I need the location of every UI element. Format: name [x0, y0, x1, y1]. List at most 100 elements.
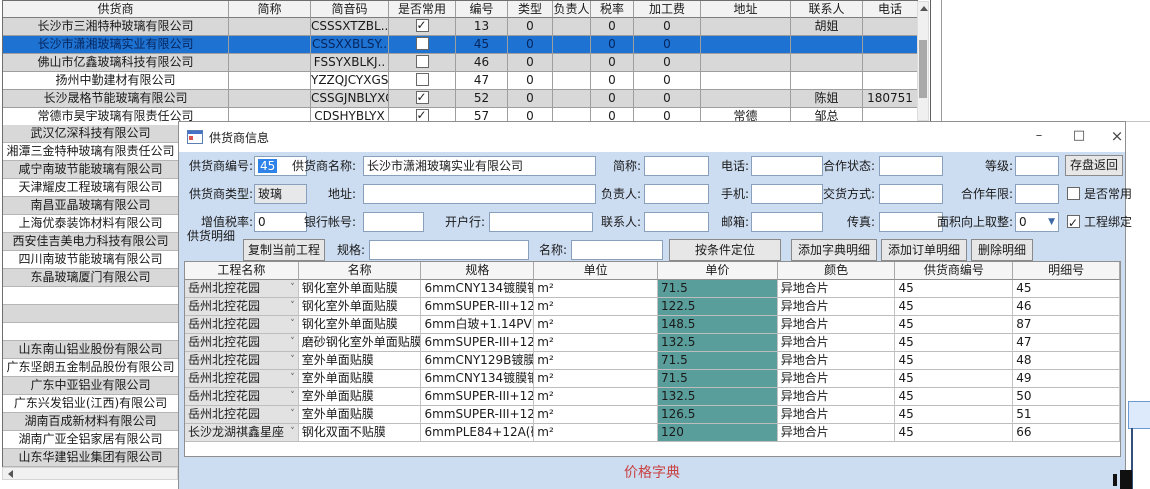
- project-bind-checkbox-group[interactable]: 工程绑定: [1067, 212, 1132, 232]
- grid-row[interactable]: 长沙龙湖祺鑫星座˅ 钢化双面不贴膜 6mmPLE84+12A(硅酮胶.. m² …: [185, 424, 1120, 442]
- list-horizontal-scrollbar[interactable]: [2, 467, 178, 480]
- common-checkbox-group[interactable]: 是否常用: [1067, 184, 1132, 204]
- name-filter-input[interactable]: [571, 240, 663, 260]
- coop-years-field[interactable]: [1015, 184, 1059, 204]
- area-round-combo[interactable]: ▼0: [1015, 212, 1059, 232]
- list-item[interactable]: 湘潭三金特种玻璃有限责任公司: [3, 143, 179, 161]
- list-item[interactable]: [3, 287, 179, 305]
- grid-column-header[interactable]: 规格: [421, 262, 534, 280]
- list-item[interactable]: 广东兴发铝业(江西)有限公司: [3, 395, 179, 413]
- coop-status-field[interactable]: [879, 156, 943, 176]
- grid-column-header[interactable]: 单位: [534, 262, 658, 280]
- supplier-name-field[interactable]: 长沙市潇湘玻璃实业有限公司: [363, 156, 596, 176]
- cell-project-combo[interactable]: 岳州北控花园˅: [185, 388, 299, 406]
- table-row[interactable]: 长沙晟格节能玻璃有限公司 CSSGJNBLYXGS 52 0 0 0 陈姐 18…: [3, 90, 918, 108]
- chevron-down-icon[interactable]: ˅: [290, 280, 295, 297]
- bank-account-field[interactable]: [363, 212, 424, 232]
- table-row[interactable]: 长沙市三湘特种玻璃有限公司 CSSSXTZBL.. 13 0 0 0 胡姐: [3, 18, 918, 36]
- grid-row[interactable]: 岳州北控花园˅ 钢化室外单面贴膜 6mmSUPER-III+12A(硅.. m²…: [185, 298, 1120, 316]
- table-vertical-scrollbar[interactable]: [917, 1, 929, 121]
- grid-column-header[interactable]: 供货商编号: [895, 262, 1013, 280]
- column-header[interactable]: 电话: [863, 1, 918, 18]
- save-return-button[interactable]: 存盘返回: [1065, 155, 1123, 176]
- column-header[interactable]: 类型: [508, 1, 553, 18]
- column-header[interactable]: 供货商: [3, 1, 229, 18]
- list-item[interactable]: [3, 305, 179, 323]
- column-header[interactable]: 联系人: [791, 1, 863, 18]
- column-header[interactable]: 加工费: [634, 1, 701, 18]
- grid-column-header[interactable]: 名称: [299, 262, 422, 280]
- chevron-down-icon[interactable]: ˅: [290, 298, 295, 315]
- cell-project-combo[interactable]: 岳州北控花园˅: [185, 406, 299, 424]
- scroll-up-icon[interactable]: [920, 6, 928, 11]
- grid-column-header[interactable]: 工程名称: [185, 262, 299, 280]
- list-item[interactable]: 湖南广亚全铝家居有限公司: [3, 431, 179, 449]
- cell-project-combo[interactable]: 长沙龙湖祺鑫星座˅: [185, 424, 299, 442]
- column-header[interactable]: 税率: [591, 1, 634, 18]
- grid-column-header[interactable]: 颜色: [778, 262, 896, 280]
- grid-column-header[interactable]: 单价: [658, 262, 778, 280]
- delete-detail-button[interactable]: 删除明细: [971, 239, 1033, 261]
- table-row[interactable]: 扬州中勤建材有限公司 YZZQJCYXGS 47 0 0 0: [3, 72, 918, 90]
- cell-project-combo[interactable]: 岳州北控花园˅: [185, 298, 299, 316]
- maximize-button[interactable]: □: [1059, 122, 1099, 152]
- chevron-down-icon[interactable]: ˅: [290, 352, 295, 369]
- cell-project-combo[interactable]: 岳州北控花园˅: [185, 316, 299, 334]
- common-checkbox[interactable]: [416, 91, 429, 104]
- grid-row[interactable]: 岳州北控花园˅ 室外单面贴膜 6mmCNY134镀膜钢化 m² 71.5 异地合…: [185, 370, 1120, 388]
- grid-row[interactable]: 岳州北控花园˅ 磨砂钢化室外单面贴膜 6mmSUPER-III+12A(硅.. …: [185, 334, 1120, 352]
- abbr-field[interactable]: [644, 156, 709, 176]
- cell-project-combo[interactable]: 岳州北控花园˅: [185, 370, 299, 388]
- scrollbar-thumb[interactable]: [919, 40, 927, 98]
- grid-row[interactable]: 岳州北控花园˅ 室外单面贴膜 6mmCNY129B镀膜钢化 m² 71.5 异地…: [185, 352, 1120, 370]
- table-row[interactable]: 佛山市亿鑫玻璃科技有限公司 FSSYXBLKJ.. 46 0 0 0: [3, 54, 918, 72]
- cell-project-combo[interactable]: 岳州北控花园˅: [185, 352, 299, 370]
- list-item[interactable]: 湖南百成新材料有限公司: [3, 413, 179, 431]
- list-item[interactable]: 广东坚朗五金制品股份有限公司: [3, 359, 179, 377]
- column-header[interactable]: 简称: [229, 1, 311, 18]
- spec-filter-input[interactable]: [369, 240, 529, 260]
- manager-field[interactable]: [644, 184, 709, 204]
- scroll-left-icon[interactable]: [8, 470, 13, 478]
- common-checkbox[interactable]: [416, 19, 429, 32]
- list-item[interactable]: 山东华建铝业集团有限公司: [3, 449, 179, 467]
- list-item[interactable]: 武汉亿深科技有限公司: [3, 125, 179, 143]
- common-checkbox[interactable]: [1067, 187, 1080, 200]
- chevron-down-icon[interactable]: ˅: [290, 424, 295, 441]
- list-item[interactable]: 广东中亚铝业有限公司: [3, 377, 179, 395]
- common-checkbox[interactable]: [416, 55, 429, 68]
- add-order-detail-button[interactable]: 添加订单明细: [881, 239, 967, 261]
- chevron-down-icon[interactable]: ˅: [290, 316, 295, 333]
- project-bind-checkbox[interactable]: [1067, 215, 1080, 228]
- delivery-field[interactable]: [879, 184, 943, 204]
- contact-field[interactable]: [644, 212, 709, 232]
- chevron-down-icon[interactable]: ˅: [290, 334, 295, 351]
- grid-row[interactable]: 岳州北控花园˅ 室外单面贴膜 6mmSUPER-III+12A(硅.. m² 1…: [185, 406, 1120, 424]
- grid-row[interactable]: 岳州北控花园˅ 钢化室外单面贴膜 6mmCNY134镀膜钢化 m² 71.5 异…: [185, 280, 1120, 298]
- list-item[interactable]: 咸宁南玻节能玻璃有限公司: [3, 161, 179, 179]
- locate-by-condition-button[interactable]: 按条件定位: [669, 239, 781, 261]
- grade-field[interactable]: [1015, 156, 1059, 176]
- list-item[interactable]: [3, 323, 179, 341]
- list-item[interactable]: 南昌亚晶玻璃有限公司: [3, 197, 179, 215]
- common-checkbox[interactable]: [416, 73, 429, 86]
- address-field[interactable]: [363, 184, 596, 204]
- chevron-down-icon[interactable]: ˅: [290, 370, 295, 387]
- column-header[interactable]: 负责人: [553, 1, 591, 18]
- cell-project-combo[interactable]: 岳州北控花园˅: [185, 334, 299, 352]
- minimize-button[interactable]: –: [1019, 122, 1059, 152]
- dialog-titlebar[interactable]: 供货商信息 – □ ×: [179, 122, 1125, 152]
- list-item[interactable]: 西安佳吉美电力科技有限公司: [3, 233, 179, 251]
- copy-current-project-button[interactable]: 复制当前工程: [243, 239, 325, 261]
- bank-field[interactable]: [489, 212, 593, 232]
- chevron-down-icon[interactable]: ˅: [290, 406, 295, 423]
- list-item[interactable]: 天津耀皮工程玻璃有限公司: [3, 179, 179, 197]
- chevron-down-icon[interactable]: ˅: [290, 388, 295, 405]
- list-item[interactable]: 山东南山铝业股份有限公司: [3, 341, 179, 359]
- grid-row[interactable]: 岳州北控花园˅ 室外单面贴膜 6mmSUPER-III+12A(硅.. m² 1…: [185, 388, 1120, 406]
- cell-project-combo[interactable]: 岳州北控花园˅: [185, 280, 299, 298]
- list-item[interactable]: 四川南玻节能玻璃有限公司: [3, 251, 179, 269]
- grid-column-header[interactable]: 明细号: [1013, 262, 1120, 280]
- column-header[interactable]: 编号: [456, 1, 508, 18]
- common-checkbox[interactable]: [416, 37, 429, 50]
